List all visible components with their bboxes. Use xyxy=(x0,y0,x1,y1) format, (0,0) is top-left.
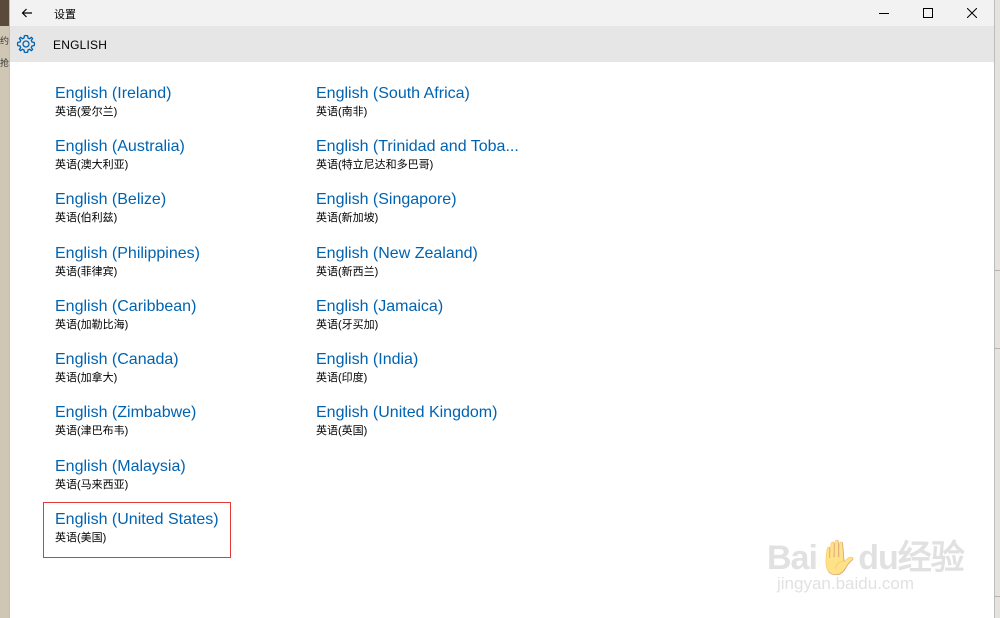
language-native-name: 英语(印度) xyxy=(316,372,368,384)
language-name: English (Jamaica) xyxy=(316,298,444,315)
language-native-name: 英语(加勒比海) xyxy=(55,319,129,331)
settings-window: 设置 ENGLISH English (Ireland) 英语(爱尔兰) Eng… xyxy=(9,0,995,618)
language-item-south-africa[interactable]: English (South Africa) 英语(南非) xyxy=(316,84,556,119)
desktop-icon xyxy=(0,0,9,26)
language-native-name: 英语(牙买加) xyxy=(316,319,379,331)
back-arrow-icon xyxy=(21,8,32,18)
language-item-singapore[interactable]: English (Singapore) 英语(新加坡) xyxy=(316,190,556,225)
language-item-malaysia[interactable]: English (Malaysia) 英语(马来西亚) xyxy=(55,457,295,492)
language-name: English (United Kingdom) xyxy=(316,404,498,421)
language-item-trinidad-and-tobago[interactable]: English (Trinidad and Toba... 英语(特立尼达和多巴… xyxy=(316,137,556,172)
language-native-name: 英语(伯利兹) xyxy=(55,212,118,224)
language-name: English (Australia) xyxy=(55,138,185,155)
maximize-icon xyxy=(923,8,933,18)
back-button[interactable] xyxy=(12,0,42,26)
title-bar: 设置 xyxy=(10,0,994,26)
language-native-name: 英语(特立尼达和多巴哥) xyxy=(316,159,434,171)
page-title: ENGLISH xyxy=(53,38,108,52)
language-name: English (Canada) xyxy=(55,351,179,368)
language-item-ireland[interactable]: English (Ireland) 英语(爱尔兰) xyxy=(55,84,295,119)
language-name: English (South Africa) xyxy=(316,85,470,102)
gear-icon xyxy=(16,34,36,54)
language-item-canada[interactable]: English (Canada) 英语(加拿大) xyxy=(55,350,295,385)
language-item-new-zealand[interactable]: English (New Zealand) 英语(新西兰) xyxy=(316,244,556,279)
language-item-zimbabwe[interactable]: English (Zimbabwe) 英语(津巴布韦) xyxy=(55,403,295,438)
language-item-caribbean[interactable]: English (Caribbean) 英语(加勒比海) xyxy=(55,297,295,332)
selection-highlight-box xyxy=(43,502,231,558)
language-native-name: 英语(南非) xyxy=(316,106,368,118)
language-native-name: 英语(加拿大) xyxy=(55,372,118,384)
language-item-belize[interactable]: English (Belize) 英语(伯利兹) xyxy=(55,190,295,225)
language-name: English (Zimbabwe) xyxy=(55,404,197,421)
page-header: ENGLISH xyxy=(10,26,994,62)
watermark-url: jingyan.baidu.com xyxy=(777,574,915,593)
language-item-philippines[interactable]: English (Philippines) 英语(菲律宾) xyxy=(55,244,295,279)
language-native-name: 英语(津巴布韦) xyxy=(55,425,129,437)
language-native-name: 英语(菲律宾) xyxy=(55,266,118,278)
language-native-name: 英语(英国) xyxy=(316,425,368,437)
desktop-background-left: 约 抢 xyxy=(0,0,9,618)
desktop-label: 抢 xyxy=(0,58,10,68)
language-item-united-kingdom[interactable]: English (United Kingdom) 英语(英国) xyxy=(316,403,556,438)
language-name: English (Philippines) xyxy=(55,245,200,262)
maximize-button[interactable] xyxy=(906,0,950,26)
language-name: English (India) xyxy=(316,351,419,368)
language-native-name: 英语(新西兰) xyxy=(316,266,379,278)
language-name: English (Trinidad and Toba... xyxy=(316,138,519,155)
window-title: 设置 xyxy=(54,9,76,21)
language-name: English (Caribbean) xyxy=(55,298,197,315)
language-name: English (Singapore) xyxy=(316,191,457,208)
watermark-brand: Bai✋du经验 xyxy=(767,539,965,577)
baidu-jingyan-watermark: Bai✋du经验 jingyan.baidu.com xyxy=(767,512,967,602)
minimize-button[interactable] xyxy=(862,0,906,26)
language-native-name: 英语(新加坡) xyxy=(316,212,379,224)
close-icon xyxy=(967,8,977,18)
language-item-australia[interactable]: English (Australia) 英语(澳大利亚) xyxy=(55,137,295,172)
language-native-name: 英语(澳大利亚) xyxy=(55,159,129,171)
minimize-icon xyxy=(879,13,889,14)
language-item-jamaica[interactable]: English (Jamaica) 英语(牙买加) xyxy=(316,297,556,332)
language-name: English (Ireland) xyxy=(55,85,172,102)
desktop-label: 约 xyxy=(0,36,10,46)
language-native-name: 英语(马来西亚) xyxy=(55,479,129,491)
language-item-india[interactable]: English (India) 英语(印度) xyxy=(316,350,556,385)
close-button[interactable] xyxy=(950,0,994,26)
language-name: English (New Zealand) xyxy=(316,245,478,262)
language-name: English (Belize) xyxy=(55,191,167,208)
language-name: English (Malaysia) xyxy=(55,458,186,475)
language-native-name: 英语(爱尔兰) xyxy=(55,106,118,118)
